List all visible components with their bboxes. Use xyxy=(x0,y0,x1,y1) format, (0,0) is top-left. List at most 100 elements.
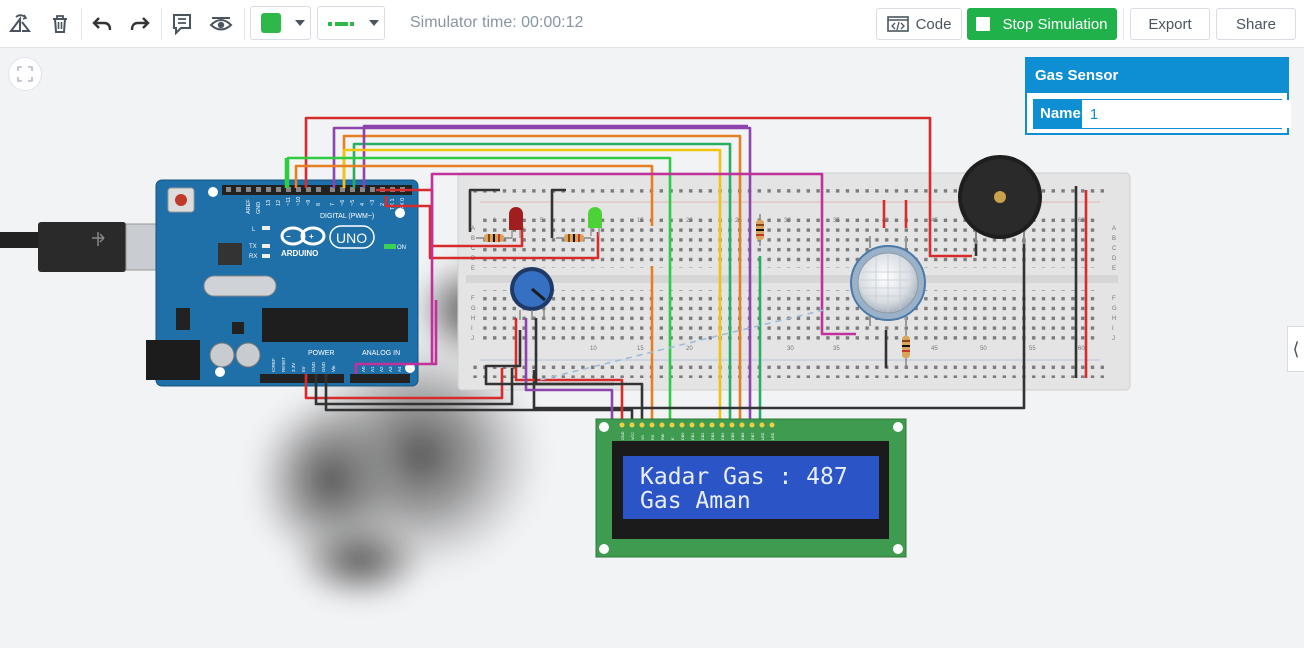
svg-text:60: 60 xyxy=(1078,346,1085,352)
undo-icon[interactable] xyxy=(86,8,118,40)
export-button-label: Export xyxy=(1148,15,1192,33)
svg-text:15: 15 xyxy=(637,218,644,224)
svg-text:A: A xyxy=(1112,226,1116,232)
svg-text:H: H xyxy=(1112,316,1116,322)
stop-icon xyxy=(976,17,991,31)
svg-text:50: 50 xyxy=(980,346,987,352)
svg-text:30: 30 xyxy=(784,218,791,224)
svg-text:J: J xyxy=(471,336,474,342)
component-inspector: Gas Sensor Name xyxy=(1025,57,1291,135)
svg-text:Vin: Vin xyxy=(331,365,336,372)
code-icon xyxy=(886,16,909,32)
chevron-down-icon xyxy=(295,20,305,26)
arduino-uno[interactable]: AREF GND 13 12 ~11 ~10 ~9 8 7 ~6 ~5 4 ~3… xyxy=(146,179,419,387)
svg-text:55: 55 xyxy=(1029,346,1036,352)
svg-text:~10: ~10 xyxy=(296,197,302,206)
svg-text:GND: GND xyxy=(311,361,316,372)
wire-style-dropdown[interactable] xyxy=(317,6,385,40)
notes-icon[interactable] xyxy=(166,8,198,40)
svg-text:IOREF: IOREF xyxy=(271,358,276,372)
arduino-brand: ARDUINO xyxy=(281,249,318,258)
svg-text:20: 20 xyxy=(686,218,693,224)
svg-text:DB2: DB2 xyxy=(701,433,705,440)
svg-text:AREF: AREF xyxy=(246,199,252,214)
svg-text:A4: A4 xyxy=(397,366,402,372)
svg-text:J: J xyxy=(1112,336,1115,342)
svg-text:DB7: DB7 xyxy=(751,433,755,440)
svg-text:45: 45 xyxy=(931,346,938,352)
toolbar: Simulator time: 00:00:12 Code Stop Simul… xyxy=(0,0,1304,48)
svg-text:15: 15 xyxy=(637,346,644,352)
svg-text:VCC: VCC xyxy=(631,432,635,440)
usb-cable xyxy=(0,222,167,272)
svg-text:60: 60 xyxy=(1078,218,1085,224)
chevron-left-icon: ⟨ xyxy=(1292,338,1300,359)
svg-text:35: 35 xyxy=(833,346,840,352)
stop-simulation-label: Stop Simulation xyxy=(1002,15,1108,33)
svg-text:TX 1: TX 1 xyxy=(390,198,396,210)
svg-text:G: G xyxy=(471,306,476,312)
svg-text:7: 7 xyxy=(330,203,336,206)
svg-text:LED: LED xyxy=(761,432,765,440)
svg-text:F: F xyxy=(1112,296,1116,302)
lcd-16x2[interactable]: GND VCC V0 RS RW E DB0 DB1 DB2 DB3 DB4 D… xyxy=(595,418,907,558)
svg-text:V0: V0 xyxy=(641,435,645,440)
export-button[interactable]: Export xyxy=(1130,8,1210,40)
svg-text:DB4: DB4 xyxy=(721,433,725,440)
svg-text:13: 13 xyxy=(266,200,272,206)
svg-text:5V: 5V xyxy=(301,366,306,372)
color-swatch xyxy=(261,13,281,33)
svg-text:4: 4 xyxy=(360,203,366,206)
code-button[interactable]: Code xyxy=(876,8,962,40)
power-header-label: POWER xyxy=(308,350,334,357)
svg-text:+: + xyxy=(309,232,314,241)
svg-text:~5: ~5 xyxy=(350,200,356,206)
lcd-line-1: Kadar Gas : 487 xyxy=(640,464,848,490)
svg-text:B: B xyxy=(471,236,475,242)
lcd-line-2: Gas Aman xyxy=(640,488,751,514)
svg-text:~9: ~9 xyxy=(306,200,312,206)
rotate-icon[interactable] xyxy=(4,8,36,40)
simulator-time: Simulator time: 00:00:12 xyxy=(410,14,584,31)
collapse-panel-tab[interactable]: ⟨ xyxy=(1287,326,1304,372)
svg-text:B: B xyxy=(1112,236,1116,242)
svg-text:E: E xyxy=(1112,266,1116,272)
circuit-canvas[interactable]: 1 5 10 15 20 25 30 35 40 45 50 55 60 10 … xyxy=(0,49,1304,648)
wire-style-icon xyxy=(328,22,354,26)
on-label: ON xyxy=(397,245,406,251)
analog-in-label: ANALOG IN xyxy=(362,350,400,357)
svg-text:F: F xyxy=(471,296,475,302)
name-field-row: Name xyxy=(1033,99,1291,129)
svg-text:A0: A0 xyxy=(361,366,366,372)
svg-text:LED: LED xyxy=(771,432,775,440)
svg-text:A2: A2 xyxy=(379,366,384,372)
svg-text:RX 0: RX 0 xyxy=(400,198,406,210)
visibility-icon[interactable] xyxy=(205,8,237,40)
svg-text:G: G xyxy=(1112,306,1117,312)
svg-text:A5: A5 xyxy=(406,366,411,372)
redo-icon[interactable] xyxy=(124,8,156,40)
name-input[interactable] xyxy=(1081,100,1291,128)
svg-text:A: A xyxy=(471,226,475,232)
svg-text:A1: A1 xyxy=(370,366,375,372)
uno-label: UNO xyxy=(336,230,367,246)
svg-text:30: 30 xyxy=(787,346,794,352)
svg-text:~11: ~11 xyxy=(286,197,292,206)
svg-text:GND: GND xyxy=(621,431,625,440)
stop-simulation-button[interactable]: Stop Simulation xyxy=(967,8,1117,40)
svg-text:RW: RW xyxy=(661,433,665,440)
tx-label: TX xyxy=(249,244,257,250)
svg-text:A3: A3 xyxy=(388,366,393,372)
svg-text:H: H xyxy=(471,316,475,322)
trash-icon[interactable] xyxy=(44,8,76,40)
svg-text:GND: GND xyxy=(256,202,262,214)
svg-text:~6: ~6 xyxy=(340,200,346,206)
chevron-down-icon xyxy=(369,20,379,26)
svg-text:C: C xyxy=(1112,246,1117,252)
svg-text:35: 35 xyxy=(833,218,840,224)
svg-text:D: D xyxy=(1112,256,1117,262)
share-button[interactable]: Share xyxy=(1216,8,1296,40)
svg-text:12: 12 xyxy=(276,200,282,206)
color-picker-dropdown[interactable] xyxy=(250,6,311,40)
code-button-label: Code xyxy=(915,15,952,33)
